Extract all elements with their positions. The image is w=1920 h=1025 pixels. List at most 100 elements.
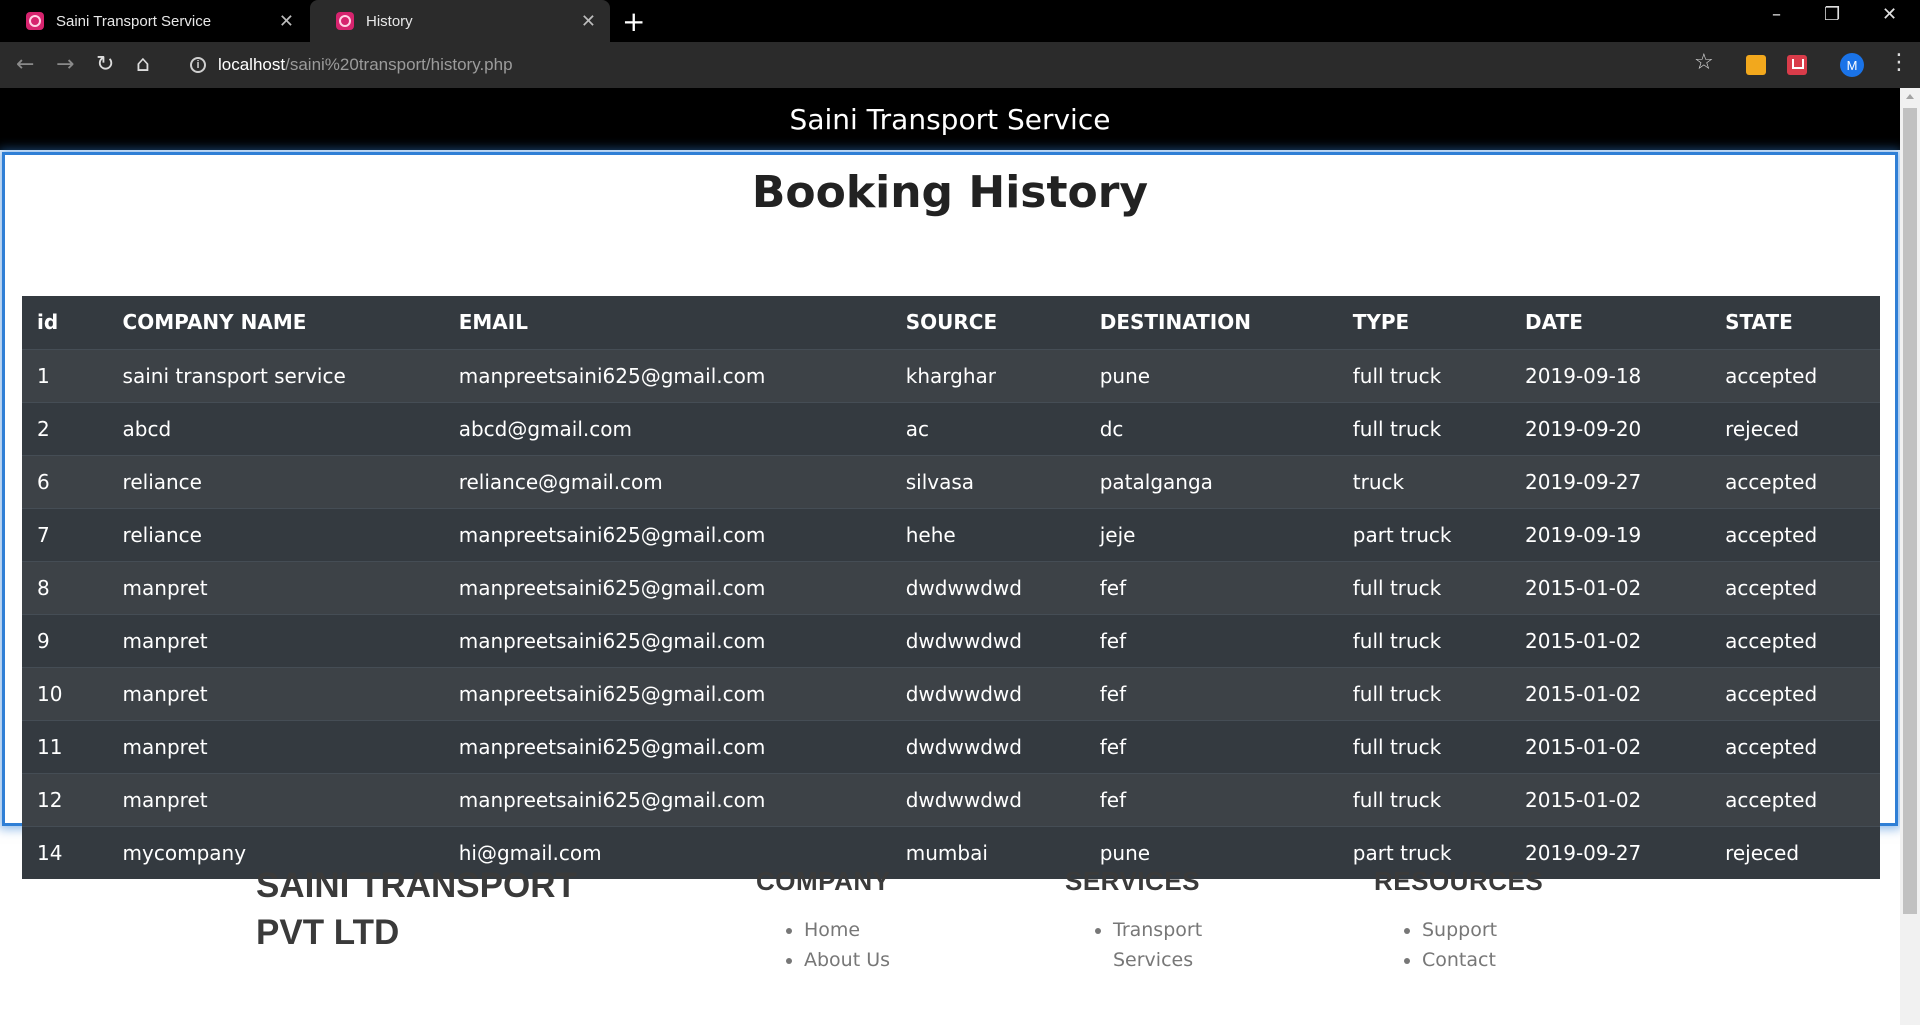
table-cell: manpreetsaini625@gmail.com [443,348,891,402]
site-favicon-icon [336,12,354,30]
table-cell: accepted [1710,772,1880,826]
address-bar[interactable]: i localhost/saini%20transport/history.ph… [176,48,1716,82]
table-cell: dwdwwdwd [890,666,1085,720]
column-header: STATE [1710,296,1880,350]
footer-link-support[interactable]: Support [1422,915,1543,945]
home-icon[interactable]: ⌂ [136,52,150,77]
restore-icon[interactable]: ❐ [1824,4,1840,25]
table-cell: dwdwwdwd [890,560,1085,614]
page-viewport: Saini Transport Service Booking History … [0,88,1900,1025]
table-cell: patalganga [1084,454,1338,508]
table-row: 6 reliance reliance@gmail.com silvasa patalg… [22,454,1880,508]
table-cell: 6 [22,454,108,508]
table-cell: accepted [1710,560,1880,614]
table-cell: accepted [1710,348,1880,402]
new-tab-icon[interactable]: + [622,5,645,38]
table-cell: fef [1084,666,1338,720]
table-cell: full truck [1337,666,1511,720]
site-title: Saini Transport Service [789,102,1111,136]
table-cell: full truck [1337,719,1511,773]
forward-arrow-icon[interactable]: → [56,52,74,77]
table-cell: 2019-09-20 [1510,401,1711,455]
table-row: 8 manpret manpreetsaini625@gmail.com dwdwwd… [22,560,1880,614]
browser-tab-home[interactable]: Saini Transport Service ✕ [0,0,308,42]
table-cell: 7 [22,507,108,561]
table-cell: dwdwwdwd [890,772,1085,826]
scrollbar-thumb[interactable] [1903,108,1917,914]
table-cell: reliance@gmail.com [443,454,891,508]
page-scrollbar[interactable] [1900,88,1920,1025]
tab-title: Saini Transport Service [56,12,212,30]
window-close-icon[interactable]: ✕ [1882,4,1897,25]
column-header: DATE [1510,296,1711,350]
minimize-icon[interactable]: – [1772,4,1781,25]
table-cell: accepted [1710,719,1880,773]
scroll-up-arrow-icon[interactable] [1906,94,1914,99]
table-cell: full truck [1337,401,1511,455]
bookmark-star-icon[interactable]: ☆ [1694,50,1714,75]
column-header: EMAIL [443,296,891,350]
table-cell: kharghar [890,348,1085,402]
pocket-extension-icon[interactable] [1787,55,1807,75]
site-header: Saini Transport Service [0,88,1900,150]
url-path: /saini%20transport/history.php [285,55,513,74]
table-cell: part truck [1337,507,1511,561]
browser-tab-history[interactable]: History ✕ [310,0,610,42]
tab-title: History [366,12,413,30]
close-tab-icon[interactable]: ✕ [581,11,596,32]
table-cell: fef [1084,613,1338,667]
table-cell: manpret [107,666,444,720]
table-cell: abcd [107,401,444,455]
column-header: id [22,296,108,350]
table-cell: fef [1084,560,1338,614]
table-cell: full truck [1337,348,1511,402]
site-favicon-icon [26,12,44,30]
footer-link-about[interactable]: About Us [804,945,890,975]
footer-heading: COMPANY [756,866,891,896]
table-cell: 2015-01-02 [1510,666,1711,720]
booking-history-table: id COMPANY NAME EMAIL SOURCE DESTINATION TYPE… [22,296,1880,879]
table-cell: rejeced [1710,401,1880,455]
site-footer: SAINI TRANSPORT PVT LTD COMPANY Home Abo… [0,848,1900,1025]
table-row: 7 reliance manpreetsaini625@gmail.com hehe j… [22,507,1880,561]
table-cell: reliance [107,454,444,508]
table-cell: 2015-01-02 [1510,719,1711,773]
table-cell: 2019-09-18 [1510,348,1711,402]
table-cell: pune [1084,348,1338,402]
table-cell: 1 [22,348,108,402]
table-cell: manpreetsaini625@gmail.com [443,719,891,773]
column-header: COMPANY NAME [107,296,444,350]
table-row: 2 abcd abcd@gmail.com ac dc full truck 2019-09… [22,401,1880,455]
table-header-row: id COMPANY NAME EMAIL SOURCE DESTINATION TYPE… [22,296,1880,350]
site-info-icon[interactable]: i [190,57,206,73]
footer-column-company: COMPANY Home About Us [756,866,890,975]
table-row: 1 saini transport service manpreetsaini625… [22,348,1880,402]
close-tab-icon[interactable]: ✕ [279,11,294,32]
extension-icon[interactable] [1746,55,1766,75]
profile-avatar[interactable]: M [1840,53,1864,77]
table-row: 9 manpret manpreetsaini625@gmail.com dwdwwd… [22,613,1880,667]
table-cell: manpreetsaini625@gmail.com [443,772,891,826]
column-header: TYPE [1337,296,1511,350]
footer-link-contact[interactable]: Contact [1422,945,1543,975]
table-cell: ac [890,401,1085,455]
table-cell: accepted [1710,613,1880,667]
back-arrow-icon[interactable]: ← [16,52,34,77]
table-cell: saini transport service [107,348,444,402]
table-cell: 9 [22,613,108,667]
table-cell: reliance [107,507,444,561]
footer-heading: RESOURCES [1374,866,1544,896]
browser-menu-icon[interactable]: ⋮ [1888,50,1910,75]
footer-heading: SERVICES [1065,866,1201,896]
footer-link-home[interactable]: Home [804,915,890,945]
footer-link-transport-services[interactable]: Transport Services [1113,915,1235,975]
table-cell: hehe [890,507,1085,561]
table-cell: 12 [22,772,108,826]
table-cell: dwdwwdwd [890,719,1085,773]
table-cell: jeje [1084,507,1338,561]
table-cell: manpreetsaini625@gmail.com [443,507,891,561]
reload-icon[interactable]: ↻ [96,52,114,77]
table-cell: manpreetsaini625@gmail.com [443,613,891,667]
table-cell: 2015-01-02 [1510,772,1711,826]
table-cell: fef [1084,719,1338,773]
